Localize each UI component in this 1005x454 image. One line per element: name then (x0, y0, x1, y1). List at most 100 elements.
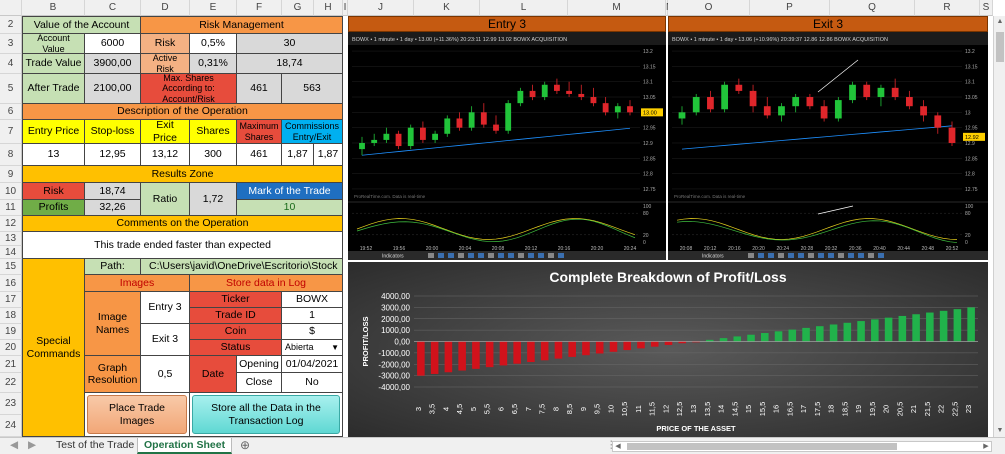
chart-tool-icon[interactable] (428, 253, 434, 258)
row-header[interactable]: 7 (0, 120, 22, 144)
row-header[interactable]: 10 (0, 183, 22, 200)
chart-tool-icon[interactable] (748, 253, 754, 258)
opening-date-cell[interactable]: 01/04/2021 (282, 356, 343, 373)
profit-loss-bar-chart[interactable]: Complete Breakdown of Profit/Loss 4000,00… (348, 262, 988, 437)
chart-tool-icon[interactable] (858, 253, 864, 258)
row-header[interactable]: 17 (0, 292, 22, 308)
entry-price-cell[interactable]: 13 (22, 144, 85, 166)
indicators-button[interactable]: Indicators (382, 254, 404, 260)
exit-chart-panel[interactable]: Exit 3 BOWX • 1 minute • 1 day • 13.06 (… (668, 16, 988, 260)
row-header[interactable]: 4 (0, 54, 22, 74)
exit-price-cell[interactable]: 13,12 (141, 144, 190, 166)
chart-tool-icon[interactable] (468, 253, 474, 258)
chart-tool-icon[interactable] (758, 253, 764, 258)
row-header[interactable]: 21 (0, 356, 22, 373)
column-header[interactable]: B (22, 0, 85, 16)
column-header[interactable]: O (668, 0, 750, 16)
column-header[interactable]: J (348, 0, 414, 16)
scroll-left-icon[interactable]: ◀ (613, 442, 623, 451)
chart-tool-icon[interactable] (828, 253, 834, 258)
chart-tool-icon[interactable] (438, 253, 444, 258)
chart-tool-icon[interactable] (488, 253, 494, 258)
chart-tool-icon[interactable] (868, 253, 874, 258)
exit-image-name-cell[interactable]: Exit 3 (141, 324, 190, 356)
shares-cell[interactable]: 300 (190, 144, 237, 166)
row-header[interactable]: 24 (0, 415, 22, 437)
chart-tool-icon[interactable] (528, 253, 534, 258)
dropdown-arrow-icon[interactable]: ▼ (331, 343, 339, 352)
scroll-right-icon[interactable]: ▶ (981, 442, 991, 451)
row-header[interactable]: 8 (0, 144, 22, 166)
scroll-down-icon[interactable]: ▼ (994, 425, 1005, 437)
row-header[interactable]: 14 (0, 246, 22, 259)
chart-tool-icon[interactable] (508, 253, 514, 258)
horizontal-scroll-thumb[interactable] (627, 443, 897, 450)
comments-cell[interactable]: This trade ended faster than expected (22, 232, 343, 259)
scroll-up-icon[interactable]: ▲ (994, 16, 1005, 28)
entry-price-chart[interactable]: BOWX • 1 minute • 1 day • 13.00 (+11.36%… (348, 32, 666, 260)
risk-percent-cell[interactable]: 0,5% (190, 34, 237, 54)
row-header[interactable]: 23 (0, 393, 22, 415)
column-header[interactable]: E (190, 0, 237, 16)
row-header[interactable]: 22 (0, 373, 22, 393)
vertical-scroll-thumb[interactable] (996, 32, 1004, 62)
column-header[interactable]: C (85, 0, 141, 16)
coin-cell[interactable]: $ (282, 324, 343, 340)
column-header[interactable]: Q (830, 0, 915, 16)
chart-tool-icon[interactable] (838, 253, 844, 258)
row-header[interactable]: 18 (0, 308, 22, 324)
tab-test-of-the-trade[interactable]: Test of the Trade (50, 438, 142, 454)
add-sheet-icon[interactable]: ⊕ (234, 438, 256, 454)
column-header[interactable]: H (314, 0, 343, 16)
column-header[interactable]: G (282, 0, 314, 16)
chart-tool-icon[interactable] (778, 253, 784, 258)
row-header[interactable]: 19 (0, 324, 22, 340)
select-all-corner[interactable] (0, 0, 22, 16)
place-trade-images-button[interactable]: Place Trade Images (87, 395, 187, 434)
vertical-scrollbar[interactable]: ▲ ▼ (993, 16, 1005, 437)
trade-id-cell[interactable]: 1 (282, 308, 343, 324)
indicators-button[interactable]: Indicators (702, 254, 724, 260)
row-header[interactable]: 13 (0, 232, 22, 246)
chart-tool-icon[interactable] (498, 253, 504, 258)
chart-tool-icon[interactable] (788, 253, 794, 258)
chart-tool-icon[interactable] (808, 253, 814, 258)
row-header[interactable]: 6 (0, 104, 22, 120)
exit-price-chart[interactable]: BOWX • 1 minute • 1 day • 13.06 (+10.96%… (668, 32, 988, 260)
chart-tool-icon[interactable] (448, 253, 454, 258)
entry-image-name-cell[interactable]: Entry 3 (141, 292, 190, 324)
chart-tool-icon[interactable] (548, 253, 554, 258)
column-header[interactable]: F (237, 0, 282, 16)
status-dropdown[interactable]: Abierta ▼ (282, 340, 343, 356)
tab-next-icon[interactable]: ▶ (22, 438, 42, 454)
chart-tool-icon[interactable] (848, 253, 854, 258)
column-header[interactable]: D (141, 0, 190, 16)
account-value-cell[interactable]: 6000 (85, 34, 141, 54)
path-cell[interactable]: C:\Users\javid\OneDrive\Escritorio\Stock (141, 259, 343, 275)
mark-cell[interactable]: 10 (237, 200, 343, 216)
row-header[interactable]: 5 (0, 74, 22, 104)
row-header[interactable]: 16 (0, 275, 22, 292)
chart-tool-icon[interactable] (518, 253, 524, 258)
stop-loss-cell[interactable]: 12,95 (85, 144, 141, 166)
ticker-cell[interactable]: BOWX (282, 292, 343, 308)
column-header[interactable]: M (568, 0, 666, 16)
row-header[interactable]: 15 (0, 259, 22, 275)
row-header[interactable]: 20 (0, 340, 22, 356)
commission-entry-cell[interactable]: 1,87 (282, 144, 314, 166)
chart-tool-icon[interactable] (818, 253, 824, 258)
store-all-data-button[interactable]: Store all the Data in the Transaction Lo… (192, 395, 340, 434)
row-header[interactable]: 9 (0, 166, 22, 183)
tab-operation-sheet[interactable]: Operation Sheet (137, 438, 233, 454)
row-header[interactable]: 3 (0, 34, 22, 54)
pnl-chart-panel[interactable]: Complete Breakdown of Profit/Loss 4000,00… (348, 262, 988, 437)
chart-tool-icon[interactable] (558, 253, 564, 258)
chart-tool-icon[interactable] (798, 253, 804, 258)
entry-chart-panel[interactable]: Entry 3 BOWX • 1 minute • 1 day • 13.00 … (348, 16, 666, 260)
horizontal-scrollbar[interactable]: ◀ ▶ (612, 441, 992, 452)
row-header[interactable]: 2 (0, 16, 22, 34)
chart-tool-icon[interactable] (478, 253, 484, 258)
chart-tool-icon[interactable] (878, 253, 884, 258)
row-header[interactable]: 11 (0, 200, 22, 216)
chart-tool-icon[interactable] (458, 253, 464, 258)
